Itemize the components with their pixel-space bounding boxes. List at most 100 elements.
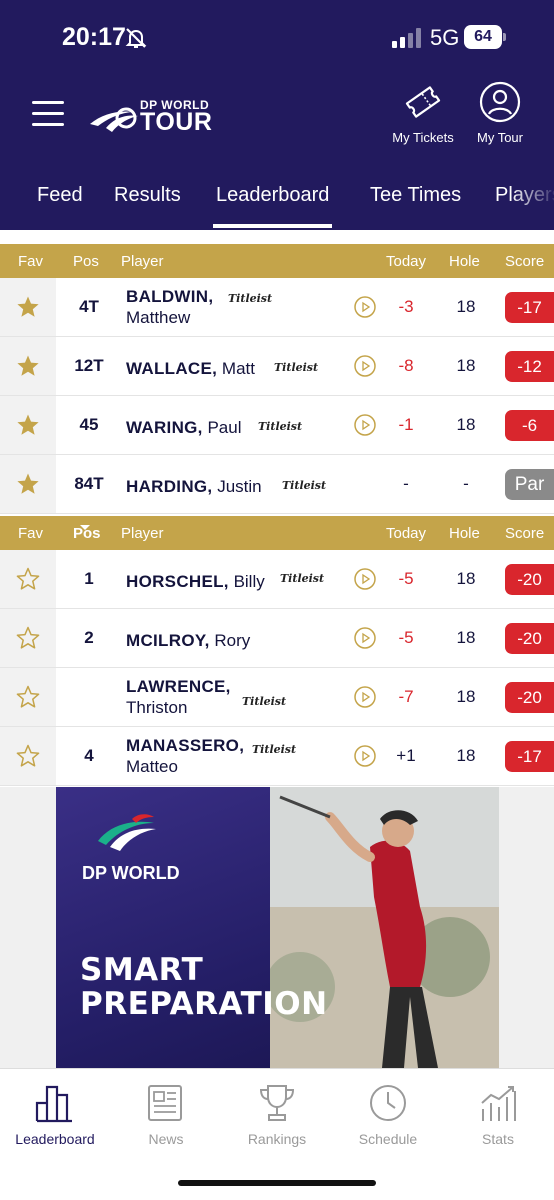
player-first-name: Billy xyxy=(233,572,265,591)
col-today[interactable]: Today xyxy=(386,253,426,270)
player-last-name: MANASSERO, xyxy=(126,736,245,755)
table-row[interactable]: 4T BALDWIN, Matthew Titleist -3 18 -17 xyxy=(0,278,554,337)
bottom-tab-label: Leaderboard xyxy=(15,1131,95,1147)
col-hole[interactable]: Hole xyxy=(449,253,480,270)
favorite-toggle[interactable] xyxy=(0,455,56,513)
col-fav[interactable]: Fav xyxy=(18,525,43,542)
star-outline-icon xyxy=(16,744,40,767)
player-name[interactable]: HORSCHEL, Billy xyxy=(126,571,265,592)
logo-text-bottom: TOUR xyxy=(140,108,213,136)
table-row[interactable]: 4 MANASSERO, Matteo Titleist +1 18 -17 xyxy=(0,727,554,786)
player-name[interactable]: MANASSERO, Matteo xyxy=(126,735,244,777)
col-score[interactable]: Score xyxy=(505,525,544,542)
home-indicator xyxy=(178,1180,376,1186)
tab-results[interactable]: Results xyxy=(114,184,181,207)
bottom-tab-stats[interactable]: Stats xyxy=(443,1083,553,1147)
table-row[interactable]: 1 HORSCHEL, Billy Titleist -5 18 -20 xyxy=(0,550,554,609)
bottom-tab-leaderboard[interactable]: Leaderboard xyxy=(0,1083,110,1147)
sort-caret-icon xyxy=(80,525,90,530)
hole: 18 xyxy=(456,415,476,434)
col-fav[interactable]: Fav xyxy=(18,253,43,270)
col-hole[interactable]: Hole xyxy=(449,525,480,542)
position: 4T xyxy=(79,297,99,316)
favorites-table: Fav Pos Player Today Hole Score 4T BALDW… xyxy=(0,244,554,514)
leaderboard-table-header: Fav Pos Player Today Hole Score xyxy=(0,516,554,550)
player-last-name: HORSCHEL, xyxy=(126,572,229,591)
play-icon[interactable] xyxy=(354,627,376,649)
signal-icon xyxy=(392,28,421,48)
today-score: -5 xyxy=(398,569,414,588)
favorite-toggle[interactable] xyxy=(0,727,56,785)
player-first-name: Thriston xyxy=(126,698,188,717)
network-label: 5G xyxy=(430,25,460,50)
bottom-tab-schedule[interactable]: Schedule xyxy=(333,1083,443,1147)
my-tickets-label: My Tickets xyxy=(392,130,454,145)
bottom-tab-rankings[interactable]: Rankings xyxy=(222,1083,332,1147)
favorites-table-header: Fav Pos Player Today Hole Score xyxy=(0,244,554,278)
player-first-name: Justin xyxy=(217,477,262,496)
play-icon[interactable] xyxy=(354,568,376,590)
col-score[interactable]: Score xyxy=(505,253,544,270)
player-name[interactable]: HARDING, Justin xyxy=(126,476,262,497)
tab-tee-times[interactable]: Tee Times xyxy=(370,184,461,207)
player-name[interactable]: WARING, Paul xyxy=(126,417,241,438)
ad-band: DP WORLD SMART PREPARATION xyxy=(0,787,554,1068)
bottom-tab-news[interactable]: News xyxy=(111,1083,221,1147)
position: 4 xyxy=(84,746,94,765)
play-icon[interactable] xyxy=(354,414,376,436)
user-icon xyxy=(479,81,521,123)
tab-feed[interactable]: Feed xyxy=(37,184,83,207)
player-last-name: WARING, xyxy=(126,418,203,437)
play-icon[interactable] xyxy=(354,296,376,318)
favorite-toggle[interactable] xyxy=(0,337,56,395)
play-icon[interactable] xyxy=(354,686,376,708)
player-last-name: HARDING, xyxy=(126,477,213,496)
bottom-tab-label: News xyxy=(148,1131,184,1147)
app-header: 20:17 5G 64 DP WORLD TOUR My Tickets My … xyxy=(0,0,554,230)
col-today[interactable]: Today xyxy=(386,525,426,542)
player-name[interactable]: LAWRENCE, Thriston xyxy=(126,676,231,718)
player-name[interactable]: WALLACE, Matt xyxy=(126,358,255,379)
trophy-icon xyxy=(259,1085,295,1121)
col-player[interactable]: Player xyxy=(121,525,164,542)
ad-banner[interactable]: DP WORLD SMART PREPARATION xyxy=(56,787,499,1068)
table-row[interactable]: 84T HARDING, Justin Titleist - - Par xyxy=(0,455,554,514)
table-row[interactable]: 2 MCILROY, Rory -5 18 -20 xyxy=(0,609,554,668)
table-row[interactable]: LAWRENCE, Thriston Titleist -7 18 -20 xyxy=(0,668,554,727)
star-filled-icon xyxy=(17,473,39,494)
today-score: -3 xyxy=(398,297,414,316)
star-outline-icon xyxy=(16,567,40,590)
total-score-badge: -20 xyxy=(505,564,554,595)
player-last-name: BALDWIN, xyxy=(126,287,214,306)
player-name[interactable]: MCILROY, Rory xyxy=(126,630,250,651)
player-name[interactable]: BALDWIN, Matthew xyxy=(126,286,213,328)
player-last-name: WALLACE, xyxy=(126,359,218,378)
total-score-badge: -12 xyxy=(505,351,554,382)
my-tour-button[interactable]: My Tour xyxy=(455,80,545,145)
favorite-toggle[interactable] xyxy=(0,550,56,608)
col-player[interactable]: Player xyxy=(121,253,164,270)
menu-icon[interactable] xyxy=(32,101,64,127)
table-row[interactable]: 12T WALLACE, Matt Titleist -8 18 -12 xyxy=(0,337,554,396)
stats-icon xyxy=(481,1086,516,1121)
favorite-toggle[interactable] xyxy=(0,609,56,667)
favorite-toggle[interactable] xyxy=(0,278,56,336)
play-icon[interactable] xyxy=(354,355,376,377)
play-icon[interactable] xyxy=(354,745,376,767)
hole: 18 xyxy=(456,569,476,588)
favorite-toggle[interactable] xyxy=(0,668,56,726)
col-pos[interactable]: Pos xyxy=(73,253,99,270)
player-first-name: Paul xyxy=(207,418,242,437)
total-score-badge: -20 xyxy=(505,623,554,654)
status-time: 20:17 xyxy=(62,23,126,51)
table-row[interactable]: 45 WARING, Paul Titleist -1 18 -6 xyxy=(0,396,554,455)
leaderboard-table: Fav Pos Player Today Hole Score 1 HORSCH… xyxy=(0,516,554,786)
hole: 18 xyxy=(456,628,476,647)
position: 2 xyxy=(84,628,94,647)
dp-world-tour-logo[interactable]: DP WORLD TOUR xyxy=(88,96,218,136)
today-score: -7 xyxy=(398,687,414,706)
hole: 18 xyxy=(456,356,476,375)
tab-leaderboard[interactable]: Leaderboard xyxy=(212,184,333,228)
star-filled-icon xyxy=(17,355,39,376)
favorite-toggle[interactable] xyxy=(0,396,56,454)
